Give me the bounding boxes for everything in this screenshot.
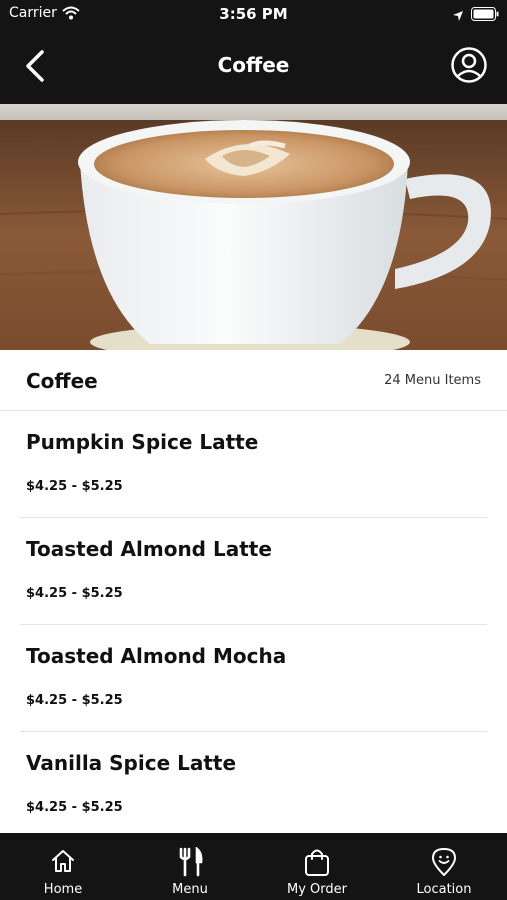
tab-my-order[interactable]: My Order <box>254 833 380 900</box>
location-arrow-icon <box>452 7 464 26</box>
shopping-bag-icon <box>254 847 380 877</box>
section-title: Coffee <box>26 369 98 393</box>
menu-item-count: 24 Menu Items <box>384 373 481 388</box>
account-icon[interactable] <box>450 46 488 88</box>
tab-location-label: Location <box>416 882 472 897</box>
navigation-bar: Coffee <box>0 28 507 104</box>
battery-icon <box>471 6 499 25</box>
tab-home[interactable]: Home <box>0 833 126 900</box>
menu-item-price: $4.25 - $5.25 <box>26 586 123 601</box>
menu-item[interactable]: Toasted Almond Latte $4.25 - $5.25 <box>0 518 507 625</box>
tab-my-order-label: My Order <box>287 882 347 897</box>
status-bar: Carrier 3:56 PM <box>0 0 507 28</box>
menu-item-name: Toasted Almond Latte <box>26 537 272 561</box>
tab-home-label: Home <box>43 882 83 897</box>
menu-item-price: $4.25 - $5.25 <box>26 479 123 494</box>
menu-item-price: $4.25 - $5.25 <box>26 693 123 708</box>
menu-item-name: Toasted Almond Mocha <box>26 644 287 668</box>
location-pin-icon <box>381 847 507 877</box>
section-header: Coffee 24 Menu Items <box>0 350 507 411</box>
home-icon <box>0 847 126 877</box>
status-time: 3:56 PM <box>219 5 288 23</box>
menu-item[interactable]: Pumpkin Spice Latte $4.25 - $5.25 <box>0 411 507 518</box>
fork-knife-icon <box>127 846 253 877</box>
tab-bar: Home Menu My Order Location <box>0 833 507 900</box>
tab-location[interactable]: Location <box>381 833 507 900</box>
menu-item[interactable]: Toasted Almond Mocha $4.25 - $5.25 <box>0 625 507 732</box>
menu-item-price: $4.25 - $5.25 <box>26 800 123 815</box>
tab-menu[interactable]: Menu <box>127 833 253 900</box>
tab-menu-label: Menu <box>172 882 208 897</box>
category-hero-image <box>0 104 507 350</box>
menu-item[interactable]: Vanilla Spice Latte $4.25 - $5.25 <box>0 732 507 839</box>
menu-item-name: Pumpkin Spice Latte <box>26 430 259 454</box>
menu-item-name: Vanilla Spice Latte <box>26 751 237 775</box>
page-title: Coffee <box>217 53 290 77</box>
